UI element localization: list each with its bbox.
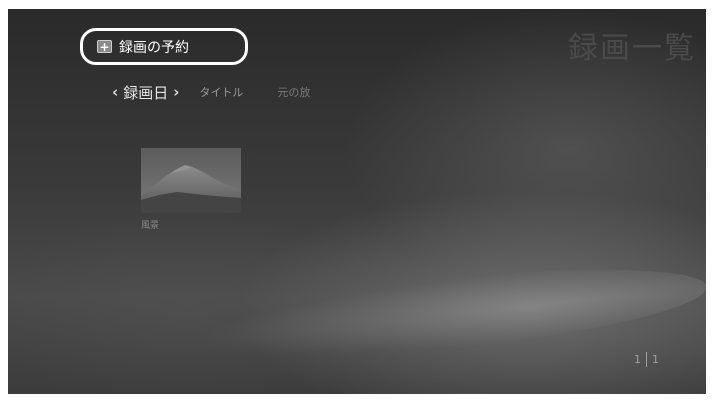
- pager-current: 1: [634, 353, 641, 366]
- schedule-recording-button[interactable]: + 録画の予約: [80, 28, 248, 65]
- tab-original-broadcast[interactable]: 元の放: [277, 84, 310, 100]
- background-light-sweep: [185, 252, 706, 376]
- recording-item[interactable]: 風景: [141, 148, 241, 231]
- schedule-recording-label: 録画の予約: [119, 39, 189, 56]
- sort-tabs: ‹ 録画日 › タイトル 元の放: [112, 81, 310, 103]
- tab-prev-chevron-icon[interactable]: ‹: [112, 83, 118, 101]
- pager: 1 1: [634, 352, 659, 367]
- plus-icon: +: [97, 40, 112, 53]
- tab-recording-date[interactable]: 録画日: [123, 82, 168, 103]
- recording-title: 風景: [141, 221, 160, 231]
- pager-divider: [646, 352, 647, 367]
- recording-thumbnail: [141, 148, 241, 213]
- tab-next-chevron-icon[interactable]: ›: [173, 83, 179, 101]
- pager-total: 1: [652, 353, 659, 366]
- page-title: 録画一覧: [568, 31, 696, 66]
- tab-title[interactable]: タイトル: [199, 84, 243, 100]
- screen: 録画一覧 + 録画の予約 ‹ 録画日 › タイトル 元の放 風景 1 1: [8, 9, 706, 394]
